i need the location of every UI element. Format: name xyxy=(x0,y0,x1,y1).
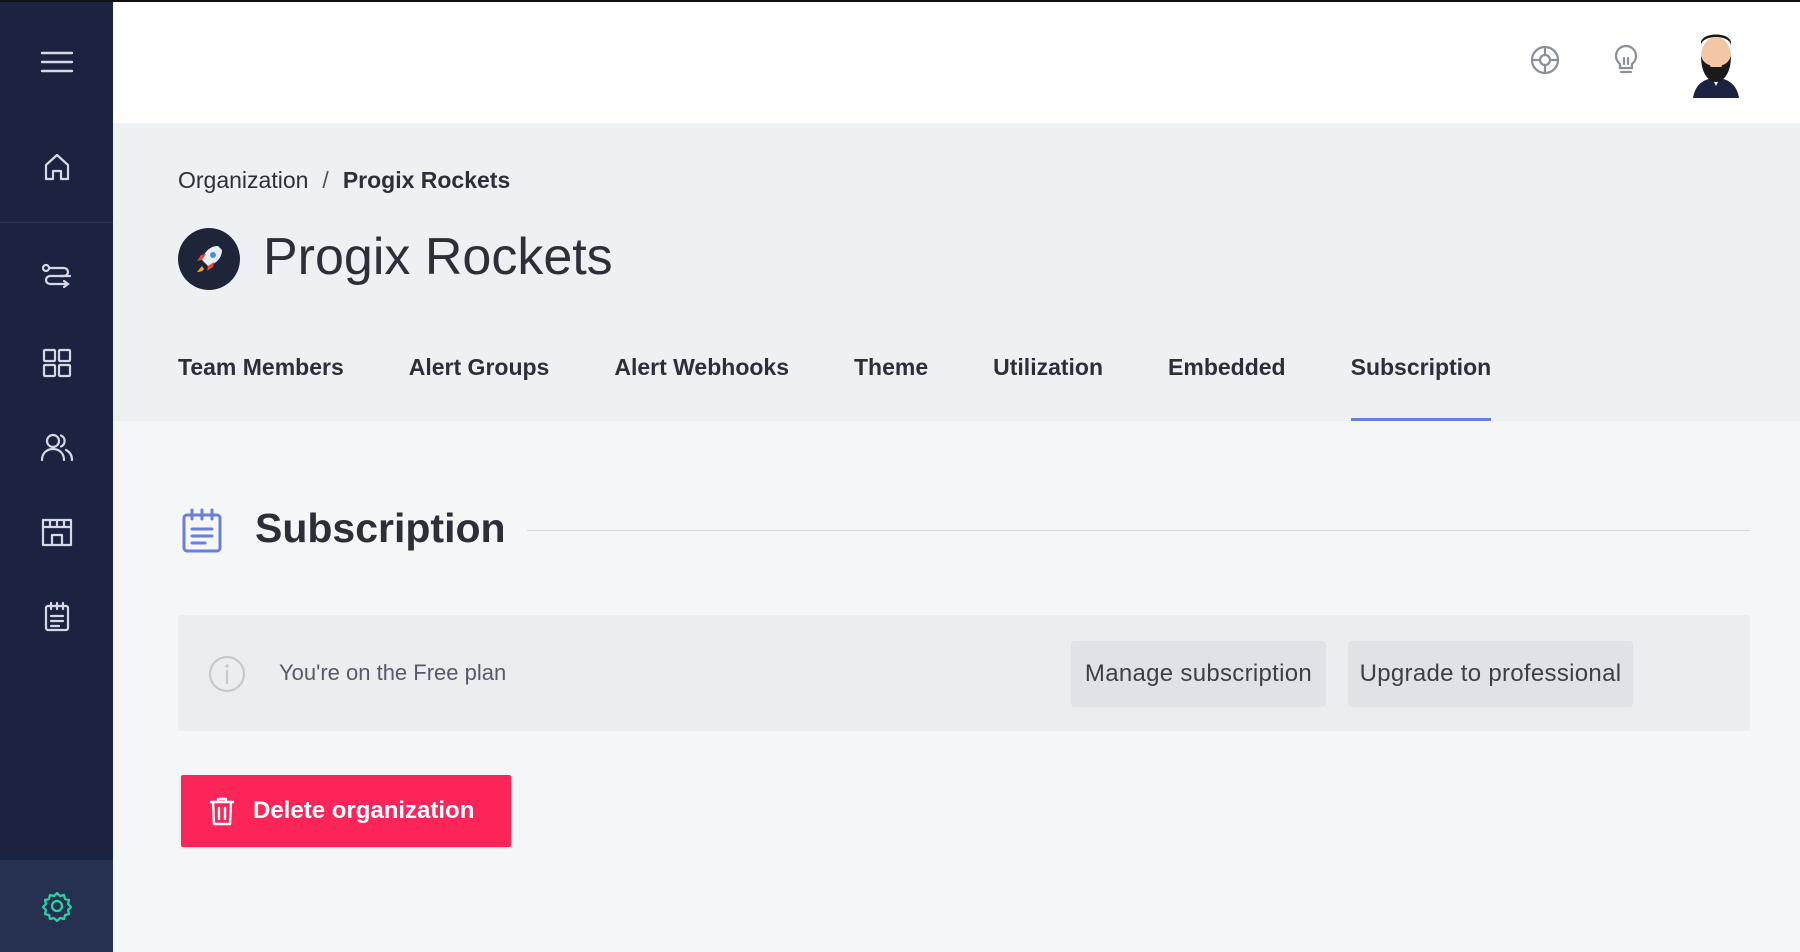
notepad-icon xyxy=(178,508,226,554)
manage-subscription-button[interactable]: Manage subscription xyxy=(1071,641,1326,707)
rocket-icon xyxy=(178,228,240,290)
plan-status-panel: You're on the Free plan Manage subscript… xyxy=(178,615,1750,731)
top-border xyxy=(0,0,1800,2)
breadcrumb-current: Progix Rockets xyxy=(342,167,511,193)
store-icon[interactable] xyxy=(0,502,113,562)
help-icon[interactable] xyxy=(1525,40,1565,80)
info-icon xyxy=(208,655,246,693)
notepad-icon[interactable] xyxy=(0,587,113,647)
breadcrumb-organization[interactable]: Organization xyxy=(178,167,308,194)
sidebar-divider xyxy=(0,222,113,223)
tab-alert-groups[interactable]: Alert Groups xyxy=(409,353,550,421)
delete-organization-label: Delete organization xyxy=(253,797,475,824)
avatar[interactable] xyxy=(1683,28,1749,98)
home-icon[interactable] xyxy=(0,137,113,197)
trash-icon xyxy=(209,796,235,826)
breadcrumb: Organization / Progix Rockets xyxy=(178,167,510,194)
tab-team-members[interactable]: Team Members xyxy=(178,353,344,421)
menu-icon[interactable] xyxy=(0,32,113,92)
workflow-icon[interactable] xyxy=(0,247,113,307)
upgrade-button[interactable]: Upgrade to professional xyxy=(1348,641,1633,707)
org-header: Organization / Progix Rockets Progix Roc… xyxy=(113,123,1800,421)
tab-utilization[interactable]: Utilization xyxy=(993,353,1103,421)
page-title: Progix Rockets xyxy=(263,228,613,286)
tab-theme[interactable]: Theme xyxy=(854,353,928,421)
plan-status-text: You're on the Free plan xyxy=(279,660,507,685)
tab-embedded[interactable]: Embedded xyxy=(1168,353,1286,421)
delete-organization-button[interactable]: Delete organization xyxy=(181,775,511,847)
top-header xyxy=(113,2,1800,123)
section-title: Subscription xyxy=(255,505,506,551)
grid-icon[interactable] xyxy=(0,333,113,393)
breadcrumb-separator: / xyxy=(322,167,329,193)
section-divider xyxy=(527,530,1750,531)
sidebar xyxy=(0,0,113,952)
settings-icon[interactable] xyxy=(0,860,113,952)
tab-bar: Team Members Alert Groups Alert Webhooks… xyxy=(178,353,1556,421)
lightbulb-icon[interactable] xyxy=(1606,40,1646,80)
tab-subscription[interactable]: Subscription xyxy=(1350,353,1491,421)
tab-alert-webhooks[interactable]: Alert Webhooks xyxy=(614,353,789,421)
users-icon[interactable] xyxy=(0,417,113,477)
